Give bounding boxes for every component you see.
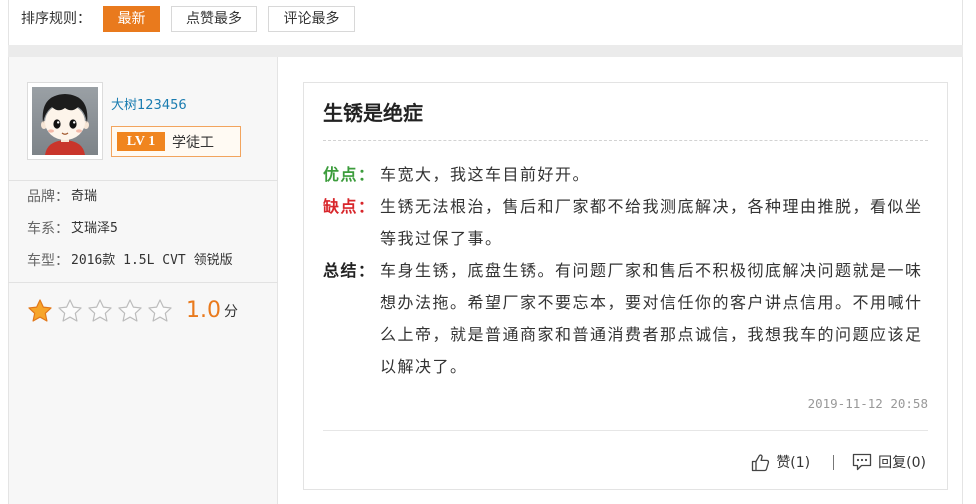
review-body: 优点： 车宽大，我这车目前好开。 缺点： 生锈无法根治，售后和厂家都不给我测底解…: [323, 159, 928, 383]
like-count: 赞(1): [776, 455, 811, 471]
car-brand-value: 奇瑞: [71, 189, 98, 204]
review-area: 生锈是绝症 优点： 车宽大，我这车目前好开。 缺点： 生锈无法根治，售后和厂家都…: [278, 57, 963, 504]
user-sidebar: 大树123456 LV 1 学徒工 品牌： 奇瑞 车系： 艾瑞泽5 车型： 20…: [8, 57, 278, 504]
thumbs-up-icon: [751, 453, 770, 472]
car-series-label: 车系：: [27, 221, 69, 237]
rating-score: 1.0: [186, 298, 221, 323]
username-link[interactable]: 大树123456: [111, 97, 187, 115]
summary-label: 总结：: [323, 261, 376, 280]
like-button[interactable]: 赞(1): [751, 452, 810, 472]
star-icon: [117, 298, 143, 324]
car-brand-row: 品牌： 奇瑞: [27, 181, 233, 213]
car-model-label: 车型：: [27, 253, 69, 269]
rating-unit: 分: [224, 304, 238, 320]
pros-row: 优点： 车宽大，我这车目前好开。: [323, 159, 928, 191]
car-model-value: 2016款 1.5L CVT 领锐版: [71, 253, 233, 268]
car-brand-label: 品牌：: [27, 189, 69, 205]
car-info: 品牌： 奇瑞 车系： 艾瑞泽5 车型： 2016款 1.5L CVT 领锐版: [27, 181, 233, 277]
cons-label: 缺点：: [323, 197, 376, 216]
level-badge: LV 1 学徒工: [111, 126, 241, 157]
sort-bar: 排序规则： 最新 点赞最多 评论最多: [21, 6, 366, 32]
star-icon: [27, 298, 53, 324]
summary-text: 车身生锈，底盘生锈。有问题厂家和售后不积极彻底解决问题就是一味想办法拖。希望厂家…: [380, 261, 923, 376]
reply-count: 回复(0): [878, 455, 926, 471]
comment-icon: [852, 453, 872, 471]
sort-label: 排序规则：: [21, 11, 91, 27]
level-title: 学徒工: [172, 134, 214, 151]
summary-row: 总结： 车身生锈，底盘生锈。有问题厂家和售后不积极彻底解决问题就是一味想办法拖。…: [323, 255, 928, 383]
level-number: LV 1: [117, 132, 165, 151]
cons-row: 缺点： 生锈无法根治，售后和厂家都不给我测底解决，各种理由推脱，看似坐等我过保了…: [323, 191, 928, 255]
action-separator: [833, 454, 835, 470]
review-date: 2019-11-12 20:58: [807, 396, 928, 411]
car-series-value: 艾瑞泽5: [71, 221, 118, 236]
section-divider: [8, 45, 963, 57]
sort-option-newest[interactable]: 最新: [103, 6, 160, 32]
review-title: 生锈是绝症: [323, 101, 423, 125]
sort-bar-container: 排序规则： 最新 点赞最多 评论最多: [8, 0, 963, 45]
pros-label: 优点：: [323, 165, 376, 184]
rating: 1.0 分: [27, 298, 238, 324]
cartoon-avatar-icon: [32, 87, 98, 155]
pros-text: 车宽大，我这车目前好开。: [380, 165, 591, 184]
sort-option-most-liked[interactable]: 点赞最多: [171, 6, 257, 32]
footer-divider: [323, 430, 928, 431]
review-actions: 赞(1) 回复(0): [323, 450, 928, 474]
sidebar-divider: [8, 282, 278, 283]
sort-option-most-commented[interactable]: 评论最多: [268, 6, 355, 32]
star-icon: [57, 298, 83, 324]
reply-button[interactable]: 回复(0): [852, 452, 926, 472]
star-icon: [87, 298, 113, 324]
car-series-row: 车系： 艾瑞泽5: [27, 213, 233, 245]
star-icon: [147, 298, 173, 324]
review-card: 生锈是绝症 优点： 车宽大，我这车目前好开。 缺点： 生锈无法根治，售后和厂家都…: [303, 82, 948, 490]
avatar[interactable]: [27, 82, 103, 160]
title-divider: [323, 140, 928, 141]
car-model-row: 车型： 2016款 1.5L CVT 领锐版: [27, 245, 233, 277]
star-rating: [27, 298, 177, 324]
cons-text: 生锈无法根治，售后和厂家都不给我测底解决，各种理由推脱，看似坐等我过保了事。: [380, 197, 923, 248]
